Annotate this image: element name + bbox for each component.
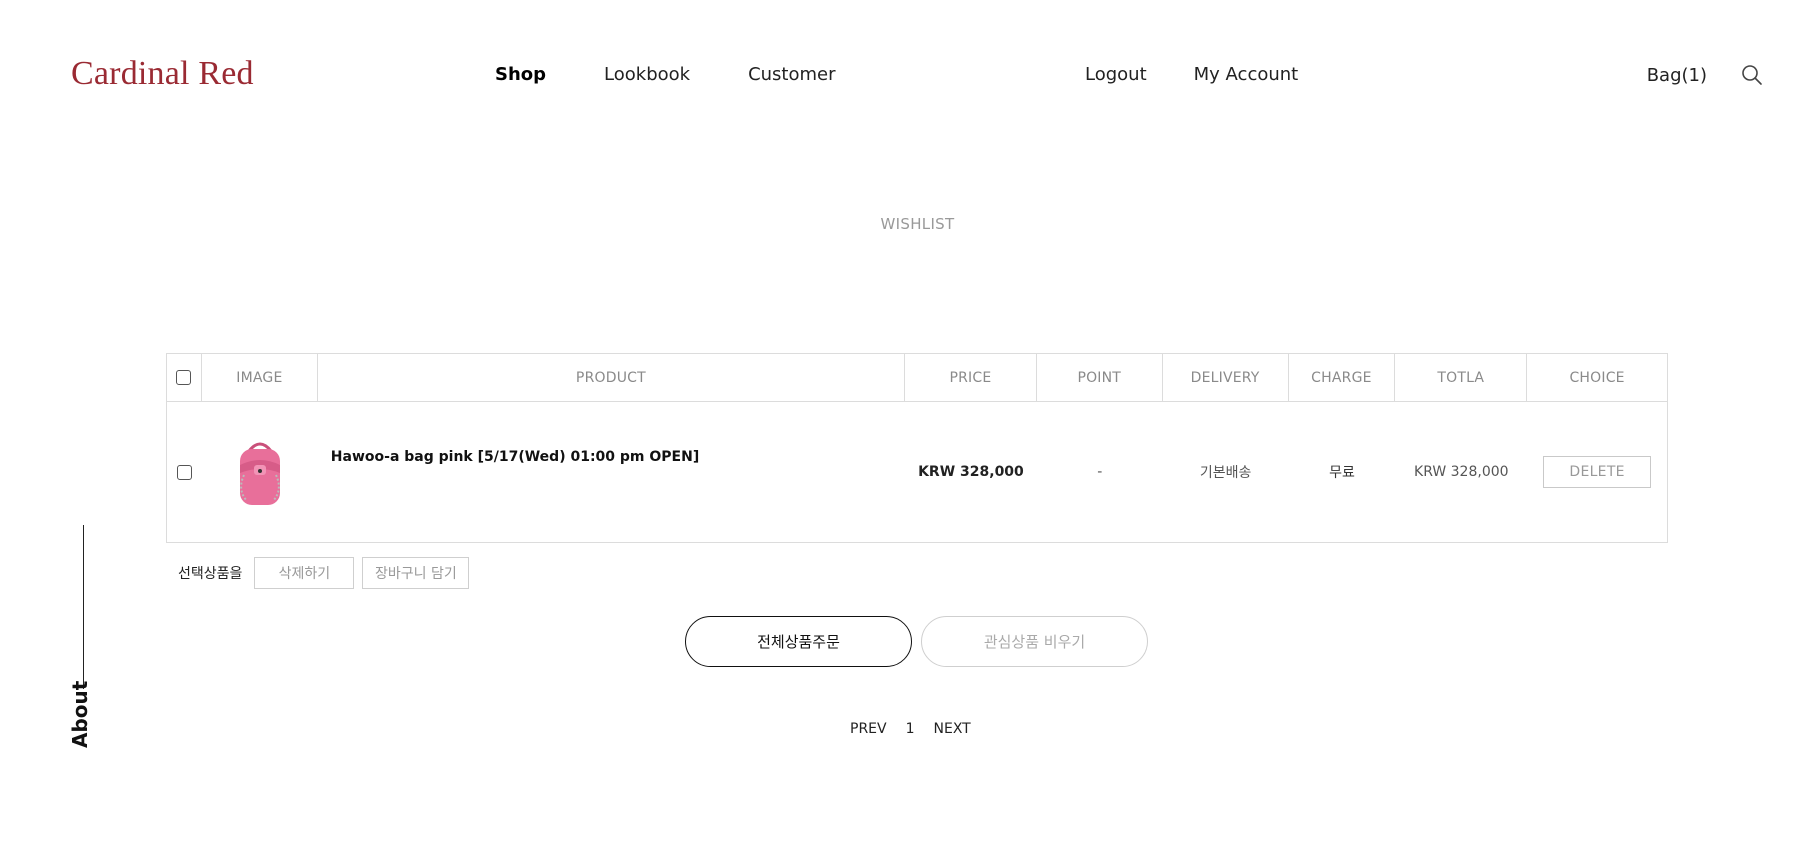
header-utilities: Bag(1) xyxy=(1647,64,1763,86)
brand-logo[interactable]: Cardinal Red xyxy=(71,55,254,93)
nav-item-shop[interactable]: Shop xyxy=(495,64,546,85)
prev-page-link[interactable]: PREV xyxy=(850,721,887,737)
clear-wishlist-button[interactable]: 관심상품 비우기 xyxy=(921,616,1148,667)
delete-selected-button[interactable]: 삭제하기 xyxy=(254,557,355,589)
header-image: IMAGE xyxy=(202,354,318,401)
header-total: TOTLA xyxy=(1395,354,1528,401)
nav-item-lookbook[interactable]: Lookbook xyxy=(604,64,690,85)
main-nav: Shop Lookbook Customer xyxy=(495,64,836,85)
row-checkbox[interactable] xyxy=(176,464,192,480)
header-choice: CHOICE xyxy=(1569,369,1625,386)
product-point: - xyxy=(1097,464,1103,480)
nav-item-customer[interactable]: Customer xyxy=(748,64,835,85)
header-price: PRICE xyxy=(905,354,1037,401)
choice-cell: DELETE xyxy=(1527,402,1667,542)
logout-link[interactable]: Logout xyxy=(1085,64,1147,85)
product-delivery: 기본배송 xyxy=(1199,465,1252,481)
delete-button[interactable]: DELETE xyxy=(1543,456,1652,488)
my-account-link[interactable]: My Account xyxy=(1194,64,1299,85)
pagination: PREV 1 NEXT xyxy=(850,721,971,737)
table-row: Hawoo-a bag pink [5/17(Wed) 01:00 pm OPE… xyxy=(167,402,1667,542)
next-page-link[interactable]: NEXT xyxy=(934,721,971,737)
add-to-cart-button[interactable]: 장바구니 담기 xyxy=(362,557,470,589)
row-checkbox-cell xyxy=(167,402,202,542)
product-total: KRW 328,000 xyxy=(1414,464,1509,480)
search-icon[interactable] xyxy=(1741,64,1763,86)
about-link[interactable]: About xyxy=(68,681,92,748)
wishlist-actions: 전체상품주문 관심상품 비우기 xyxy=(685,616,1148,667)
product-image-cell xyxy=(202,402,318,542)
header-delivery: DELIVERY xyxy=(1163,354,1289,401)
order-all-button[interactable]: 전체상품주문 xyxy=(685,616,912,667)
table-header: IMAGE PRODUCT PRICE POINT DELIVERY CHARG… xyxy=(167,354,1667,402)
page-number[interactable]: 1 xyxy=(906,721,915,737)
selection-actions: 선택상품을 삭제하기 장바구니 담기 xyxy=(178,557,470,589)
selection-label: 선택상품을 xyxy=(178,566,243,582)
header-checkbox-cell xyxy=(167,354,202,401)
product-thumbnail[interactable] xyxy=(227,435,293,509)
page-title: WISHLIST xyxy=(880,215,955,233)
account-nav: Logout My Account xyxy=(1085,64,1298,85)
about-divider xyxy=(83,525,84,689)
select-all-checkbox[interactable] xyxy=(176,370,192,385)
header-point: POINT xyxy=(1037,354,1163,401)
bag-link[interactable]: Bag(1) xyxy=(1647,65,1707,86)
product-name[interactable]: Hawoo-a bag pink [5/17(Wed) 01:00 pm OPE… xyxy=(318,402,905,542)
product-charge: 무료 xyxy=(1329,465,1355,481)
wishlist-table: IMAGE PRODUCT PRICE POINT DELIVERY CHARG… xyxy=(166,353,1668,543)
header-charge: CHARGE xyxy=(1289,354,1396,401)
header-product: PRODUCT xyxy=(318,354,906,401)
product-price: KRW 328,000 xyxy=(918,464,1024,480)
